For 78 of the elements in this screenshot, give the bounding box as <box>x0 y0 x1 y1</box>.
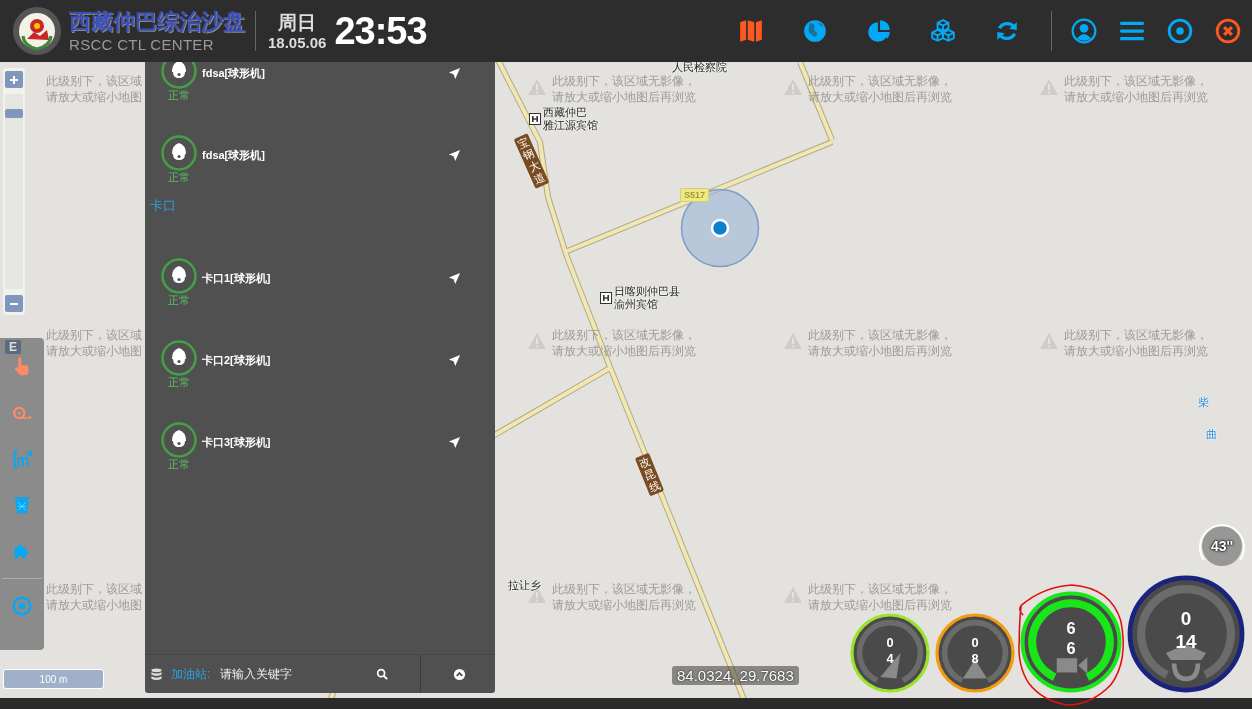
tool-badge: E <box>5 340 21 354</box>
hotel-icon <box>529 113 541 125</box>
device-name[interactable]: fdsa[球形机] <box>202 147 448 163</box>
app-title: 西藏仲巴综治沙盘 <box>69 10 245 33</box>
no-imagery-message: 此级别下，该区域无影像， 请放大或缩小地图后再浏览 <box>1064 327 1208 359</box>
target-icon[interactable] <box>1167 18 1193 44</box>
device-name[interactable]: 卡口3[球形机] <box>202 434 448 450</box>
no-imagery-message: 此级别下，该区域无影像， 请放大或缩小地图后再浏览 <box>552 73 696 105</box>
map-place-label: 西藏仲巴 雅江源宾馆 <box>543 106 598 132</box>
gauge-count: 6 <box>1066 618 1076 637</box>
zoom-in-button[interactable] <box>5 71 23 88</box>
gauge-total: 14 <box>1175 631 1197 653</box>
no-imagery-message: 此级别下，该区域 请放大或缩小地图 <box>46 73 142 105</box>
app-subtitle: RSCC CTL CENTER <box>69 36 215 52</box>
timer-text: 43'' <box>1210 538 1234 554</box>
location-arrow-icon[interactable] <box>448 66 461 80</box>
location-arrow-icon[interactable] <box>448 148 461 162</box>
date-text: 18.05.06 <box>268 34 327 50</box>
plus-icon <box>9 74 19 85</box>
close-icon[interactable] <box>1215 18 1241 44</box>
collapse-up-icon[interactable] <box>453 667 467 681</box>
gauge-count: 0 <box>886 634 894 650</box>
video-camera-icon <box>1056 657 1088 674</box>
pie-chart-icon[interactable] <box>866 18 892 44</box>
device-name[interactable]: 卡口1[球形机] <box>202 270 448 286</box>
map-place-label: 拉让乡 <box>508 579 541 592</box>
no-imagery-message: 此级别下，该区域无影像， 请放大或缩小地图后再浏览 <box>808 327 952 359</box>
map-place-label: 日喀则仲巴县 渝州宾馆 <box>614 285 680 311</box>
device-status: 正常 <box>168 457 190 471</box>
dome-camera-icon <box>161 257 197 294</box>
road-name-label: 改昆线 <box>634 452 665 497</box>
dome-camera-icon <box>161 421 197 458</box>
globe-icon[interactable] <box>802 18 828 44</box>
cubes-icon[interactable] <box>930 18 956 44</box>
map-place-label: 柴 <box>1198 396 1209 409</box>
warning-icon <box>783 78 803 96</box>
dome-camera-icon <box>161 134 197 171</box>
search-category-label: 加油站: <box>171 665 211 683</box>
zoom-out-button[interactable] <box>5 295 23 312</box>
no-imagery-message: 此级别下，该区域无影像， 请放大或缩小地图后再浏览 <box>552 327 696 359</box>
map-place-label: 曲 <box>1206 428 1217 441</box>
scale-bar: 100 m <box>3 669 104 689</box>
device-status: 正常 <box>168 293 190 307</box>
keyword-search-field[interactable]: 请输入关键字 <box>218 665 363 683</box>
no-imagery-message: 此级别下，该区域 请放大或缩小地图 <box>46 581 142 613</box>
gauge-count: 0 <box>1180 607 1192 629</box>
weekday-text: 周日 <box>278 12 317 32</box>
device-name[interactable]: fdsa[球形机] <box>202 65 448 81</box>
no-imagery-message: 此级别下，该区域 请放大或缩小地图 <box>46 327 142 359</box>
gauge-total: 4 <box>886 650 894 666</box>
database-icon <box>150 667 163 681</box>
no-imagery-message: 此级别下，该区域无影像， 请放大或缩小地图后再浏览 <box>552 581 696 613</box>
location-arrow-icon[interactable] <box>448 353 461 367</box>
map-place-label: 人民检察院 <box>672 62 727 74</box>
hotel-icon <box>600 292 612 304</box>
coordinates-text: 84.0324, 29.7683 <box>672 666 799 685</box>
device-status: 正常 <box>168 170 190 184</box>
gauge-dial[interactable] <box>1127 575 1245 693</box>
gauge-total: 6 <box>1066 639 1076 658</box>
zoom-slider-thumb[interactable] <box>5 108 23 118</box>
map-icon[interactable] <box>738 18 764 44</box>
gauge-count: 0 <box>971 634 979 650</box>
device-name[interactable]: 卡口2[球形机] <box>202 352 448 368</box>
search-icon[interactable] <box>376 668 389 680</box>
no-imagery-message: 此级别下，该区域无影像， 请放大或缩小地图后再浏览 <box>808 581 952 613</box>
device-status: 正常 <box>168 375 190 389</box>
device-status: 正常 <box>168 88 190 102</box>
location-arrow-icon[interactable] <box>448 271 461 285</box>
dome-camera-icon <box>161 339 197 376</box>
gauge-total: 8 <box>971 650 979 666</box>
gauge-dial[interactable] <box>935 613 1015 693</box>
no-imagery-message: 此级别下，该区域无影像， 请放大或缩小地图后再浏览 <box>1064 73 1208 105</box>
emblem-logo <box>12 6 62 56</box>
location-arrow-icon[interactable] <box>448 435 461 449</box>
route-shield: S517 <box>680 188 710 202</box>
user-icon[interactable] <box>1071 18 1097 44</box>
clock-time: 23:53 <box>334 9 427 53</box>
pennant-icon <box>880 653 901 679</box>
